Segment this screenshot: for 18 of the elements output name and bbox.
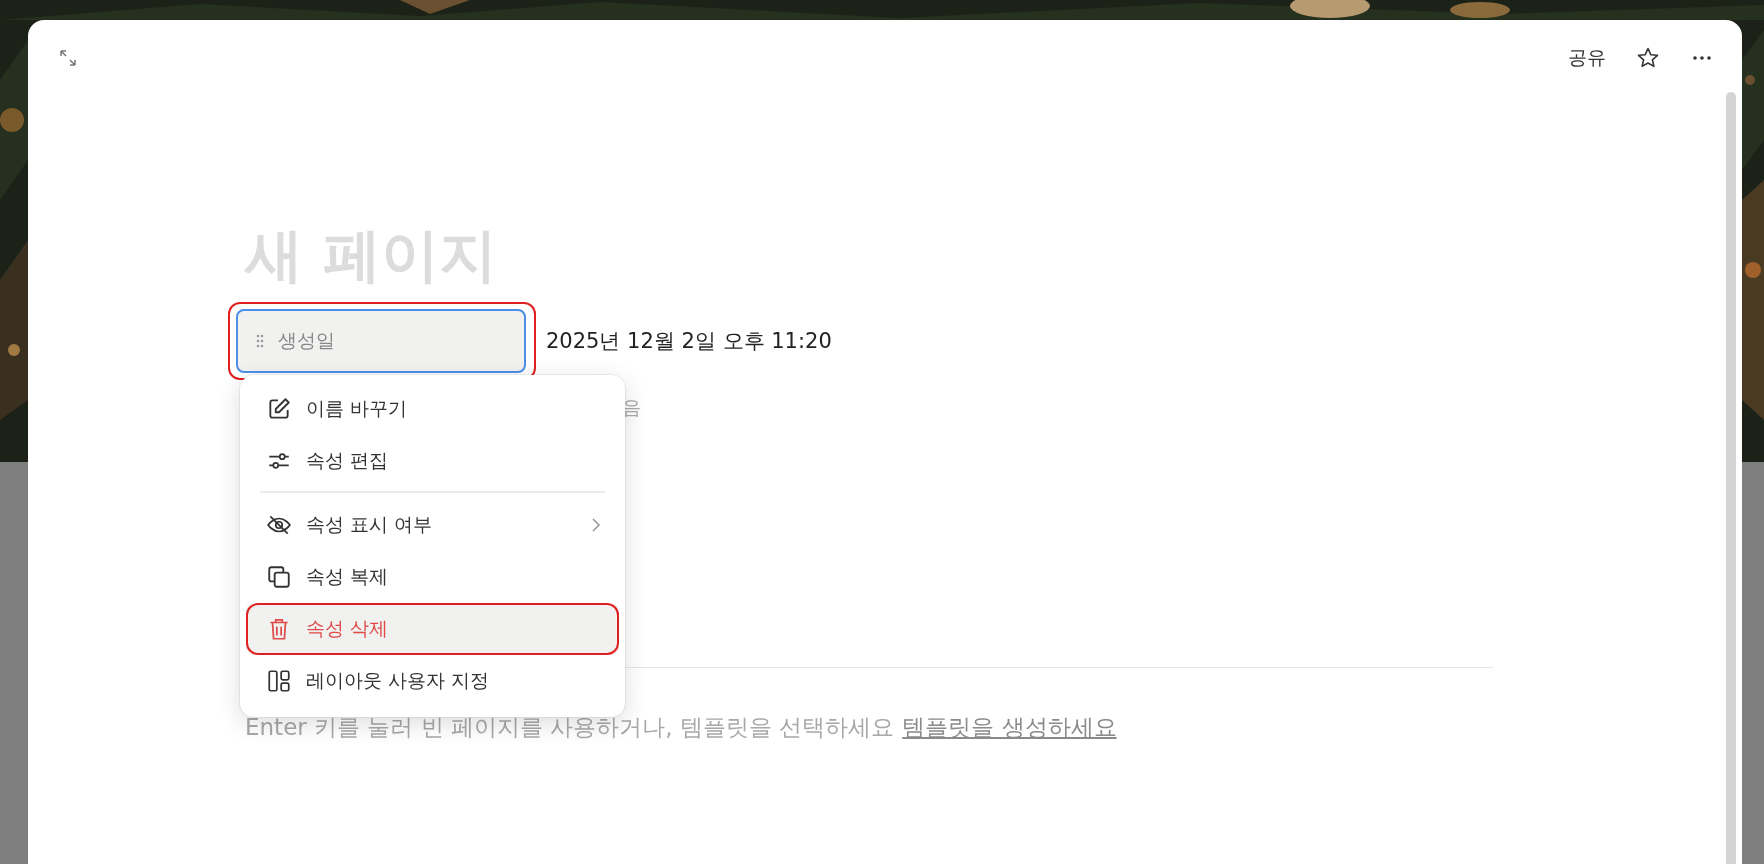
menu-item[interactable]: 속성 삭제 [246,603,619,655]
menu-item[interactable]: 레이아웃 사용자 지정 [246,655,619,707]
pencil-square-icon [266,396,292,422]
property-value: 2025년 12월 2일 오후 11:20 [546,327,832,355]
chevron-right-icon [591,517,601,533]
star-icon[interactable] [1636,46,1660,70]
property-text: 음 [622,394,641,420]
scrollbar[interactable] [1726,92,1736,864]
menu-item[interactable]: 속성 편집 [246,435,619,487]
menu-item[interactable]: 속성 복제 [246,551,619,603]
share-button[interactable]: 공유 [1568,45,1606,71]
expand-icon[interactable] [58,48,78,68]
menu-item[interactable]: 이름 바꾸기 [246,383,619,435]
copy-icon [266,564,292,590]
hint-text: Enter 키를 눌러 빈 페이지를 사용하거나, 템플릿을 선택하세요 [245,712,895,742]
layout-icon [266,668,292,694]
drag-handle-icon[interactable] [256,333,264,348]
menu-item[interactable]: 속성 표시 여부 [246,499,619,551]
